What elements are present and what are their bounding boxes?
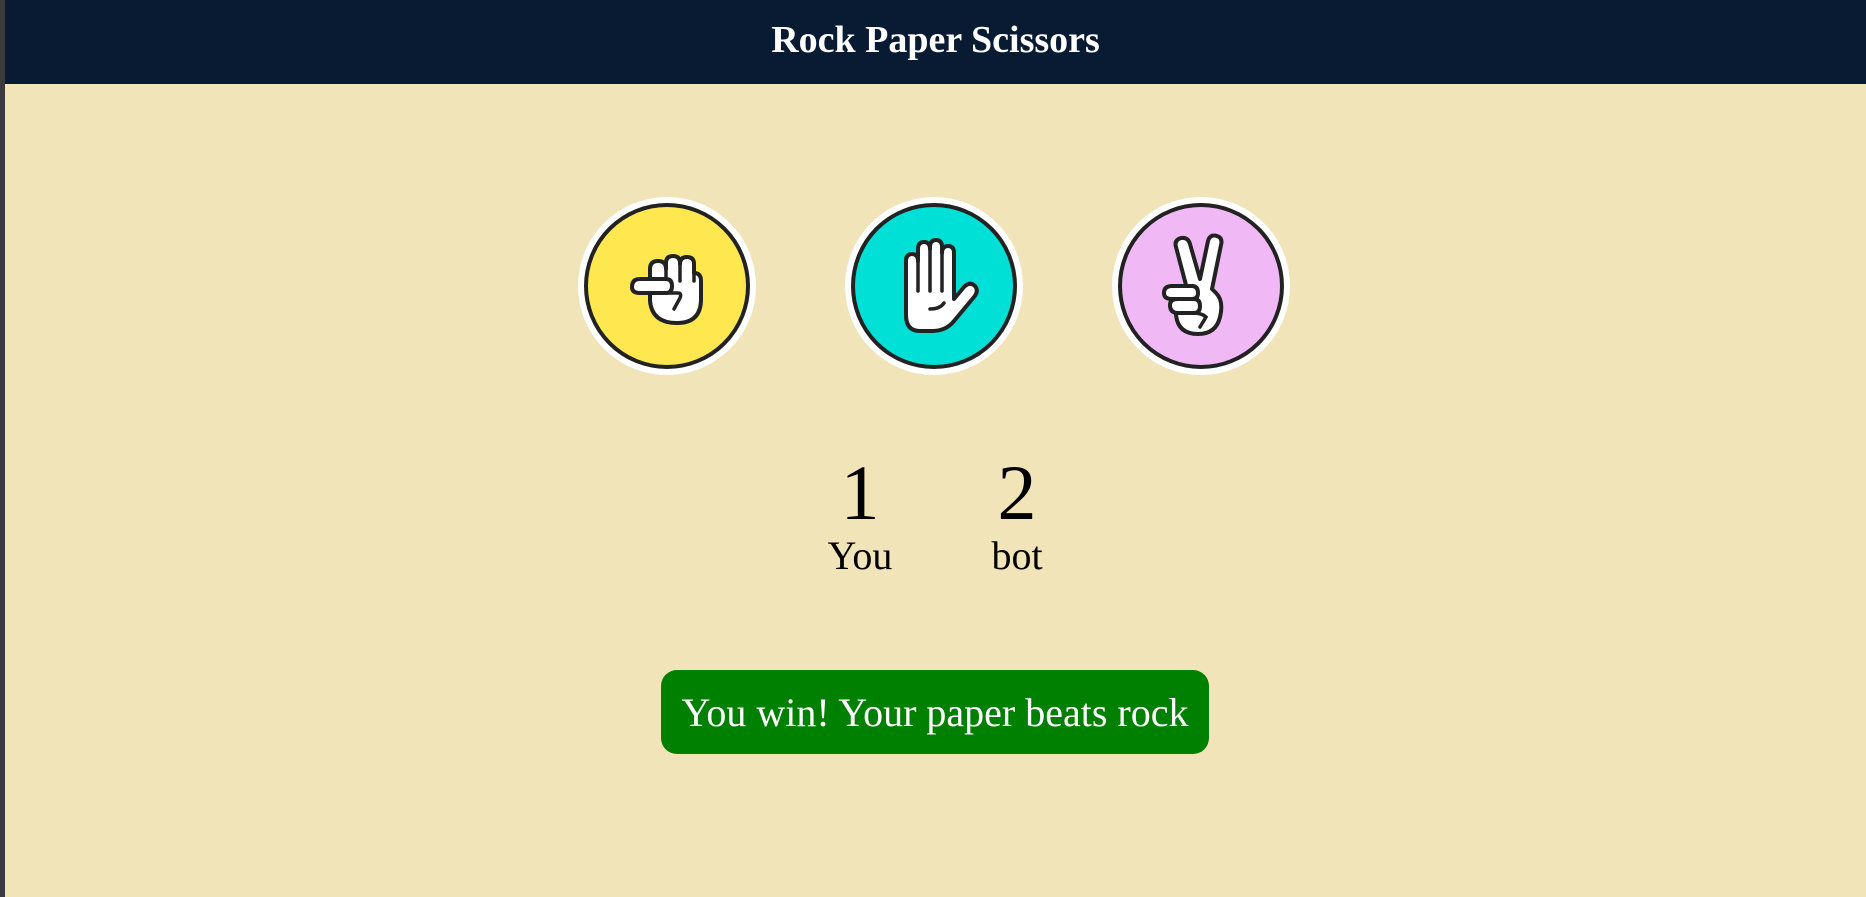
- paper-button[interactable]: [845, 197, 1023, 375]
- rock-circle: [584, 203, 750, 369]
- player-score-label: You: [827, 533, 893, 578]
- bot-score-label: bot: [991, 533, 1043, 578]
- scissors-victory-icon: [1162, 233, 1224, 336]
- player-score: 1 You: [790, 452, 930, 578]
- rock-fist-icon: [630, 254, 703, 325]
- paper-circle: [851, 203, 1017, 369]
- bot-score-value: 2: [997, 449, 1037, 536]
- scissors-button[interactable]: [1112, 197, 1290, 375]
- paper-hand-icon: [904, 238, 979, 333]
- bot-score: 2 bot: [947, 452, 1087, 578]
- rock-button[interactable]: [578, 197, 756, 375]
- result-message: You win! Your paper beats rock: [661, 670, 1209, 754]
- header-bar: Rock Paper Scissors: [5, 0, 1866, 84]
- scissors-circle: [1118, 203, 1284, 369]
- window-left-edge: [0, 0, 5, 897]
- page-title: Rock Paper Scissors: [771, 19, 1100, 61]
- player-score-value: 1: [840, 449, 880, 536]
